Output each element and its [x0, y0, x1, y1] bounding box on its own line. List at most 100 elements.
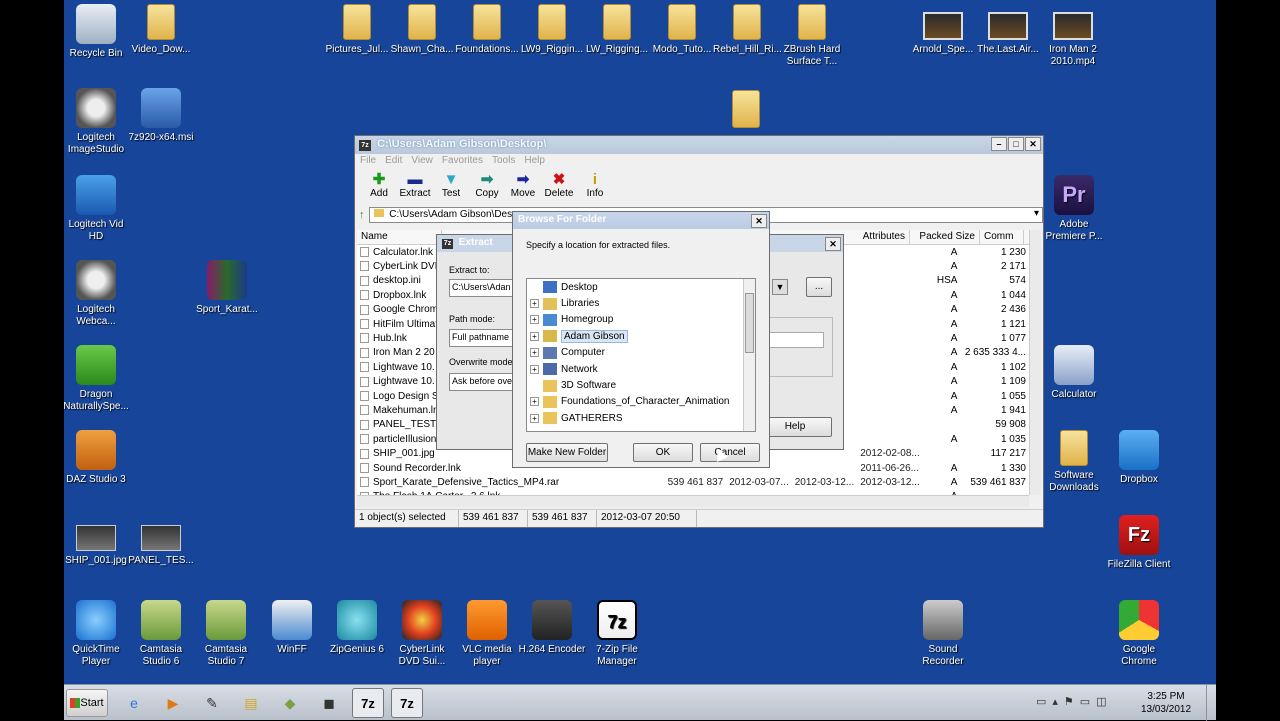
extract-button[interactable]: ▬ Extract [397, 170, 433, 206]
desktop-icon-iron-man-2-2010-mp4[interactable]: Iron Man 2 2010.mp4 [1039, 4, 1107, 68]
column-name[interactable]: Name [357, 230, 442, 244]
desktop-icon-logitech-vid-hd[interactable]: Logitech Vid HD [64, 175, 130, 243]
desktop-icon-winff[interactable]: WinFF [258, 600, 326, 656]
tree-scroll-thumb[interactable] [745, 293, 754, 353]
ok-button[interactable]: OK [633, 443, 693, 462]
desktop-icon-rebel-hill-ri[interactable]: Rebel_Hill_Ri... [713, 4, 782, 56]
tree-item-3d-software[interactable]: 3D Software [530, 377, 729, 393]
tree-item-homegroup[interactable]: + Homegroup [530, 312, 729, 328]
column-packed-size[interactable]: Packed Size [910, 230, 980, 244]
expand-icon[interactable]: + [530, 299, 539, 309]
expand-icon[interactable]: + [530, 348, 539, 358]
menu-favorites[interactable]: Favorites [442, 155, 483, 166]
taskbar-pen-tool-icon[interactable]: ✎ [196, 688, 228, 718]
desktop-icon-video-dow[interactable]: Video_Dow... [127, 4, 195, 56]
show-desktop-button[interactable] [1206, 685, 1216, 721]
move-button[interactable]: ➡ Move [505, 170, 541, 206]
desktop-icon-quicktime-player[interactable]: QuickTime Player [64, 600, 130, 668]
folder-tree[interactable]: Desktop + Libraries + Homegroup + Adam Gibson +… [526, 278, 756, 432]
desktop-icon-7z920-x64-msi[interactable]: 7z920-x64.msi [127, 88, 195, 144]
copy-button[interactable]: ➡ Copy [469, 170, 505, 206]
vertical-scrollbar[interactable] [1029, 230, 1041, 495]
desktop-icon-recycle-bin[interactable]: Recycle Bin [64, 4, 130, 60]
desktop-icon-cyberlink-dvd-sui[interactable]: CyberLink DVD Sui... [388, 600, 456, 668]
maximize-button[interactable]: □ [1008, 137, 1024, 151]
extract-to-dropdown[interactable] [835, 279, 851, 297]
desktop-icon-daz-studio-3[interactable]: DAZ Studio 3 [64, 430, 130, 486]
tree-scrollbar[interactable] [743, 279, 755, 431]
close-button[interactable]: ✕ [751, 214, 767, 228]
expand-icon[interactable]: + [530, 364, 539, 374]
chevron-down-icon[interactable]: ▾ [1034, 208, 1039, 219]
desktop-icon-filezilla-client[interactable]: Fz FileZilla Client [1105, 515, 1173, 571]
browse-button[interactable]: ... [806, 277, 832, 297]
clock[interactable]: 3:25 PM 13/03/2012 [1136, 690, 1196, 716]
desktop-icon-modo-tuto[interactable]: Modo_Tuto... [648, 4, 716, 56]
extract-to-field[interactable]: C:\Users\Adan [449, 279, 519, 297]
desktop-icon-zipgenius-6[interactable]: ZipGenius 6 [323, 600, 391, 656]
desktop-icon-sport-karat[interactable]: Sport_Karat... [193, 260, 261, 316]
desktop-icon-lw-rigging[interactable]: LW_Rigging... [583, 4, 651, 56]
desktop-icon-h-264-encoder[interactable]: H.264 Encoder [518, 600, 586, 656]
path-mode-select[interactable]: Full pathname [449, 329, 519, 347]
desktop-icon-logitech-imagestudio[interactable]: Logitech ImageStudio [64, 88, 130, 156]
desktop-icon-software-downloads[interactable]: Software Downloads [1040, 430, 1108, 494]
desktop-icon-sound-recorder[interactable]: Sound Recorder [909, 600, 977, 668]
desktop-icon-camtasia-studio-6[interactable]: Camtasia Studio 6 [127, 600, 195, 668]
up-folder-icon[interactable]: ↑ [359, 209, 365, 221]
desktop-icon-7-zip-file-manager[interactable]: 7z 7-Zip File Manager [583, 600, 651, 668]
expand-icon[interactable]: + [530, 397, 539, 407]
desktop-icon-lw9-riggin[interactable]: LW9_Riggin... [518, 4, 586, 56]
desktop-icon-shawn-cha[interactable]: Shawn_Cha... [388, 4, 456, 56]
tree-item-desktop[interactable]: Desktop [530, 279, 729, 295]
close-button[interactable]: ✕ [1025, 137, 1041, 151]
cancel-button[interactable]: Cancel [700, 443, 760, 462]
chevron-down-icon[interactable]: ▼ [772, 279, 788, 295]
menu-tools[interactable]: Tools [492, 155, 515, 166]
desktop-icon-zbrush-hard-surface-t[interactable]: ZBrush Hard Surface T... [778, 4, 846, 68]
column-comment[interactable]: Comm [980, 230, 1024, 244]
menu-view[interactable]: View [411, 155, 433, 166]
minimize-button[interactable]: – [991, 137, 1007, 151]
folder-icon[interactable] [732, 90, 760, 128]
desktop-icon-ship-001-jpg[interactable]: SHIP_001.jpg [64, 515, 130, 567]
taskbar-ie-icon[interactable]: e [118, 688, 150, 718]
column-attributes[interactable]: Attributes [847, 230, 910, 244]
overwrite-mode-select[interactable]: Ask before ove [449, 373, 519, 391]
tree-item-gatherers[interactable]: + GATHERERS [530, 410, 729, 426]
taskbar-explorer-icon[interactable]: ▤ [235, 688, 267, 718]
test-button[interactable]: ▼ Test [433, 170, 469, 206]
desktop-icon-pictures-jul[interactable]: Pictures_Jul... [323, 4, 391, 56]
desktop-icon-dropbox[interactable]: Dropbox [1105, 430, 1173, 486]
desktop-icon-vlc-media-player[interactable]: VLC media player [453, 600, 521, 668]
tree-item-adam-gibson[interactable]: + Adam Gibson [530, 328, 729, 344]
menu-help[interactable]: Help [524, 155, 545, 166]
menu-edit[interactable]: Edit [385, 155, 402, 166]
expand-icon[interactable]: + [530, 413, 539, 423]
expand-icon[interactable]: + [530, 315, 539, 325]
taskbar-clapper-icon[interactable]: ◼ [313, 688, 345, 718]
taskbar-7zip-icon[interactable]: 7z [391, 688, 423, 718]
tree-item-computer[interactable]: + Computer [530, 345, 729, 361]
add-button[interactable]: ✚ Add [361, 170, 397, 206]
make-new-folder-button[interactable]: Make New Folder [526, 443, 608, 462]
expand-icon[interactable]: + [530, 331, 539, 341]
desktop-icon-adobe-premiere-p[interactable]: Pr Adobe Premiere P... [1040, 175, 1108, 243]
tree-item-libraries[interactable]: + Libraries [530, 295, 729, 311]
desktop-icon-dragon-naturallyspe[interactable]: Dragon NaturallySpe... [64, 345, 130, 413]
tree-item-network[interactable]: + Network [530, 361, 729, 377]
desktop-icon-foundations[interactable]: Foundations... [453, 4, 521, 56]
menu-file[interactable]: File [360, 155, 376, 166]
info-button[interactable]: i Info [577, 170, 613, 206]
start-button[interactable]: Start [66, 689, 108, 717]
password-field[interactable] [768, 332, 824, 348]
horizontal-scrollbar[interactable] [357, 495, 1029, 507]
close-button[interactable]: ✕ [825, 237, 841, 251]
browse-title-bar[interactable]: Browse For Folder ✕ [513, 212, 769, 229]
taskbar-camtasia-icon[interactable]: ◆ [274, 688, 306, 718]
desktop-icon-panel-tes[interactable]: PANEL_TES... [127, 515, 195, 567]
browse-folder-dialog[interactable]: Browse For Folder ✕ Specify a location f… [512, 211, 770, 468]
desktop-icon-arnold-spe[interactable]: Arnold_Spe... [909, 4, 977, 56]
tree-item-foundations-of-character-animation[interactable]: + Foundations_of_Character_Animation [530, 394, 729, 410]
desktop-icon-the-last-air[interactable]: The.Last.Air... [974, 4, 1042, 56]
